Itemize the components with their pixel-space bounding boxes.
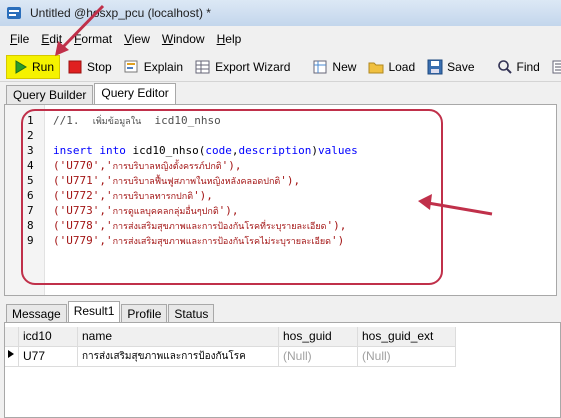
tab-result1[interactable]: Result1 <box>67 301 121 322</box>
search-icon <box>497 59 513 75</box>
row-selector-header <box>5 327 19 347</box>
annotation-highlight-box <box>21 109 443 285</box>
table-row[interactable]: U77 การส่งเสริมสุขภาพและการป้องกันโรค (N… <box>5 347 456 367</box>
tab-query-editor[interactable]: Query Editor <box>94 83 176 104</box>
explain-button[interactable]: Explain <box>119 55 188 79</box>
stop-button[interactable]: Stop <box>62 55 117 79</box>
stop-label: Stop <box>87 59 112 74</box>
word-wrap-button[interactable]: Wo <box>547 55 561 79</box>
new-label: New <box>332 59 357 74</box>
word-wrap-icon <box>552 59 561 75</box>
column-header[interactable]: hos_guid_ext <box>358 327 456 347</box>
table-cell[interactable]: (Null) <box>279 347 358 367</box>
column-header[interactable]: icd10 <box>19 327 78 347</box>
result-tabs: Message Result1 Profile Status <box>6 301 215 322</box>
menu-view[interactable]: View <box>118 32 156 46</box>
new-query-icon <box>312 59 328 75</box>
load-label: Load <box>388 59 416 74</box>
toolbar: Run Stop Explain Export Wizard New Load … <box>0 52 561 82</box>
app-window: Untitled @hosxp_pcu (localhost) * File E… <box>0 0 561 418</box>
menu-edit[interactable]: Edit <box>35 32 68 46</box>
load-button[interactable]: Load <box>363 55 420 79</box>
menu-format[interactable]: Format <box>68 32 118 46</box>
table-cell[interactable]: การส่งเสริมสุขภาพและการป้องกันโรค <box>78 347 279 367</box>
column-header[interactable]: name <box>78 327 279 347</box>
app-logo-icon <box>6 5 22 21</box>
save-label: Save <box>447 59 475 74</box>
save-button[interactable]: Save <box>422 55 479 79</box>
window-title: Untitled @hosxp_pcu (localhost) * <box>30 6 211 20</box>
tab-profile[interactable]: Profile <box>121 304 168 322</box>
menu-bar: File Edit Format View Window Help <box>0 28 561 50</box>
sql-editor[interactable]: 1//1. เพิ่มข้อมูลใน icd10_nhso 2 3 insert i… <box>4 104 557 296</box>
menu-window[interactable]: Window <box>156 32 211 46</box>
menu-help[interactable]: Help <box>211 32 248 46</box>
menu-file[interactable]: File <box>4 32 35 46</box>
table-cell[interactable]: (Null) <box>358 347 456 367</box>
find-button[interactable]: Find <box>492 55 545 79</box>
folder-icon <box>368 59 384 75</box>
save-icon <box>427 59 443 75</box>
run-label: Run <box>32 59 55 74</box>
run-button[interactable]: Run <box>6 54 61 79</box>
tab-query-builder[interactable]: Query Builder <box>6 85 94 104</box>
tab-status[interactable]: Status <box>168 304 215 322</box>
editor-tabs: Query Builder Query Editor <box>6 83 177 104</box>
title-bar: Untitled @hosxp_pcu (localhost) * <box>0 0 561 26</box>
export-icon <box>195 59 211 75</box>
grid-header-row: icd10 name hos_guid hos_guid_ext <box>5 327 456 347</box>
export-wizard-label: Export Wizard <box>215 59 291 74</box>
explain-label: Explain <box>143 59 184 74</box>
column-header[interactable]: hos_guid <box>279 327 358 347</box>
find-label: Find <box>516 59 540 74</box>
current-row-arrow-icon <box>5 347 19 367</box>
stop-icon <box>67 59 83 75</box>
result-grid[interactable]: icd10 name hos_guid hos_guid_ext U77 การ… <box>4 322 561 418</box>
play-icon <box>12 59 28 75</box>
new-button[interactable]: New <box>307 55 361 79</box>
explain-icon <box>124 59 140 75</box>
table-cell[interactable]: U77 <box>19 347 78 367</box>
tab-message[interactable]: Message <box>6 304 67 322</box>
export-wizard-button[interactable]: Export Wizard <box>190 55 295 79</box>
